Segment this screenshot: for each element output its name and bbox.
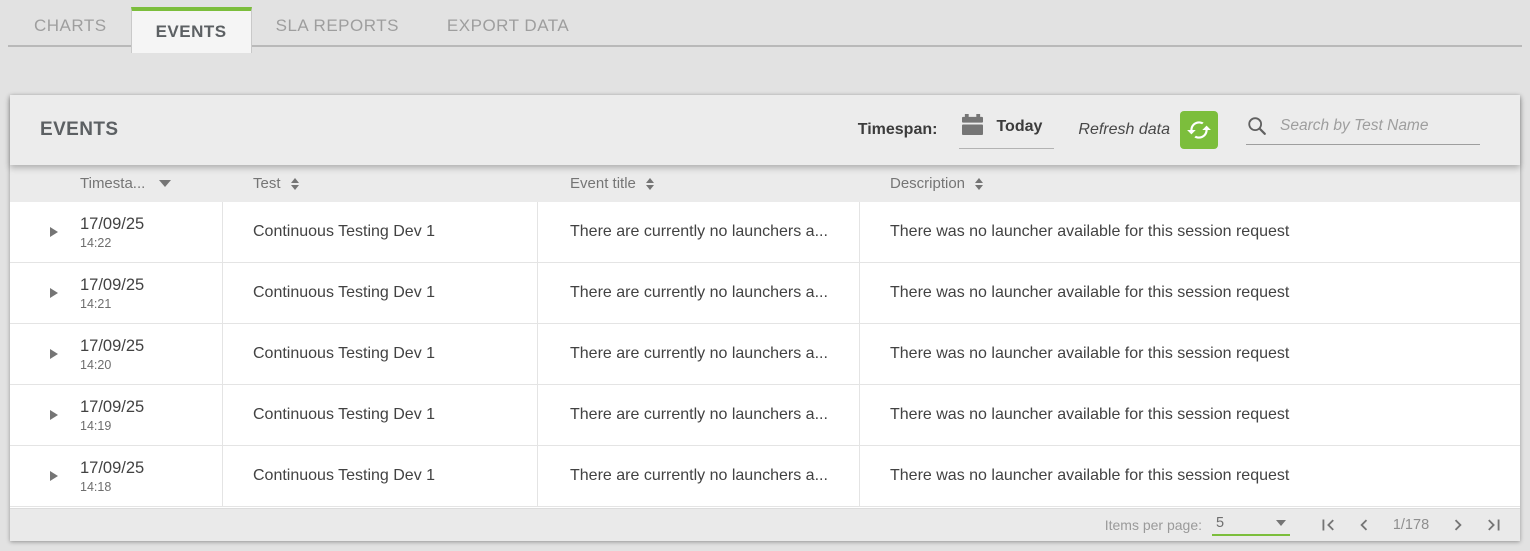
pagination-bar: Items per page: 5 1/178 [10, 508, 1520, 541]
timestamp-cell: 17/09/25 14:20 [10, 324, 223, 384]
first-page-button[interactable] [1316, 513, 1340, 537]
search-box [1246, 115, 1480, 145]
description-cell: There was no launcher available for this… [860, 446, 1520, 506]
test-cell: Continuous Testing Dev 1 [223, 263, 538, 323]
timespan-picker[interactable]: Today [959, 112, 1054, 149]
timestamp-cell: 17/09/25 14:19 [10, 385, 223, 445]
test-cell: Continuous Testing Dev 1 [223, 324, 538, 384]
table-body: 17/09/25 14:22 Continuous Testing Dev 1 … [10, 202, 1520, 508]
timespan-label: Timespan: [858, 121, 938, 139]
row-date: 17/09/25 [80, 398, 144, 417]
refresh-icon [1186, 117, 1212, 143]
tab-charts[interactable]: CHARTS [10, 7, 131, 45]
sort-up-down-icon [975, 178, 983, 190]
search-icon [1246, 115, 1268, 137]
caret-down-icon [159, 180, 171, 187]
table-row: 17/09/25 14:20 Continuous Testing Dev 1 … [10, 324, 1520, 385]
timestamp-cell: 17/09/25 14:22 [10, 202, 223, 262]
row-time: 14:21 [80, 297, 144, 311]
previous-page-button[interactable] [1352, 513, 1376, 537]
row-date: 17/09/25 [80, 337, 144, 356]
event-title-cell: There are currently no launchers a... [538, 263, 860, 323]
row-date: 17/09/25 [80, 215, 144, 234]
event-title-cell: There are currently no launchers a... [538, 385, 860, 445]
chevron-right-icon [1447, 514, 1469, 536]
chevron-left-icon [1353, 514, 1375, 536]
page-title: EVENTS [40, 119, 118, 141]
refresh-data-label: Refresh data [1078, 121, 1170, 139]
tab-bar: CHARTS EVENTS SLA REPORTS EXPORT DATA [10, 7, 1530, 53]
last-page-button[interactable] [1482, 513, 1506, 537]
column-header-event-title[interactable]: Event title [538, 175, 860, 192]
event-title-cell: There are currently no launchers a... [538, 324, 860, 384]
caret-right-icon[interactable] [50, 227, 58, 237]
calendar-icon [961, 114, 984, 140]
column-header-test[interactable]: Test [223, 175, 538, 192]
column-label: Event title [570, 175, 636, 192]
description-cell: There was no launcher available for this… [860, 324, 1520, 384]
next-page-button[interactable] [1446, 513, 1470, 537]
event-title-cell: There are currently no launchers a... [538, 446, 860, 506]
row-time: 14:18 [80, 480, 144, 494]
tab-events[interactable]: EVENTS [131, 7, 252, 53]
last-page-icon [1483, 514, 1505, 536]
items-per-page-select[interactable]: 5 [1212, 515, 1290, 536]
row-date: 17/09/25 [80, 459, 144, 478]
tab-sla-reports[interactable]: SLA REPORTS [252, 7, 423, 45]
row-time: 14:22 [80, 236, 144, 250]
test-cell: Continuous Testing Dev 1 [223, 202, 538, 262]
row-time: 14:20 [80, 358, 144, 372]
dropdown-caret-icon [1276, 520, 1286, 526]
description-cell: There was no launcher available for this… [860, 202, 1520, 262]
test-cell: Continuous Testing Dev 1 [223, 446, 538, 506]
first-page-icon [1317, 514, 1339, 536]
column-label: Timesta... [80, 175, 145, 192]
table-row: 17/09/25 14:18 Continuous Testing Dev 1 … [10, 446, 1520, 507]
column-label: Test [253, 175, 281, 192]
event-title-cell: There are currently no launchers a... [538, 202, 860, 262]
row-time: 14:19 [80, 419, 144, 433]
table-row: 17/09/25 14:21 Continuous Testing Dev 1 … [10, 263, 1520, 324]
timespan-value: Today [996, 118, 1042, 136]
caret-right-icon[interactable] [50, 471, 58, 481]
items-per-page-value: 5 [1216, 515, 1224, 531]
items-per-page-label: Items per page: [1105, 517, 1202, 533]
refresh-button[interactable] [1180, 111, 1218, 149]
caret-right-icon[interactable] [50, 349, 58, 359]
description-cell: There was no launcher available for this… [860, 263, 1520, 323]
column-header-timestamp[interactable]: Timesta... [10, 175, 223, 192]
caret-right-icon[interactable] [50, 410, 58, 420]
timestamp-cell: 17/09/25 14:21 [10, 263, 223, 323]
table-header: Timesta... Test Event title Description [10, 165, 1520, 202]
sort-up-down-icon [646, 178, 654, 190]
description-cell: There was no launcher available for this… [860, 385, 1520, 445]
tab-export-data[interactable]: EXPORT DATA [423, 7, 593, 45]
panel-controls: Timespan: Today Refresh data [858, 111, 1480, 149]
search-input[interactable] [1280, 117, 1480, 135]
table-row: 17/09/25 14:22 Continuous Testing Dev 1 … [10, 202, 1520, 263]
sort-up-down-icon [291, 178, 299, 190]
table-row: 17/09/25 14:19 Continuous Testing Dev 1 … [10, 385, 1520, 446]
page-indicator: 1/178 [1388, 517, 1434, 533]
panel-header: EVENTS Timespan: Today Refresh data [10, 95, 1520, 165]
column-header-description[interactable]: Description [860, 175, 1520, 192]
timestamp-cell: 17/09/25 14:18 [10, 446, 223, 506]
column-label: Description [890, 175, 965, 192]
row-date: 17/09/25 [80, 276, 144, 295]
caret-right-icon[interactable] [50, 288, 58, 298]
events-panel: EVENTS Timespan: Today Refresh data [10, 95, 1520, 541]
test-cell: Continuous Testing Dev 1 [223, 385, 538, 445]
